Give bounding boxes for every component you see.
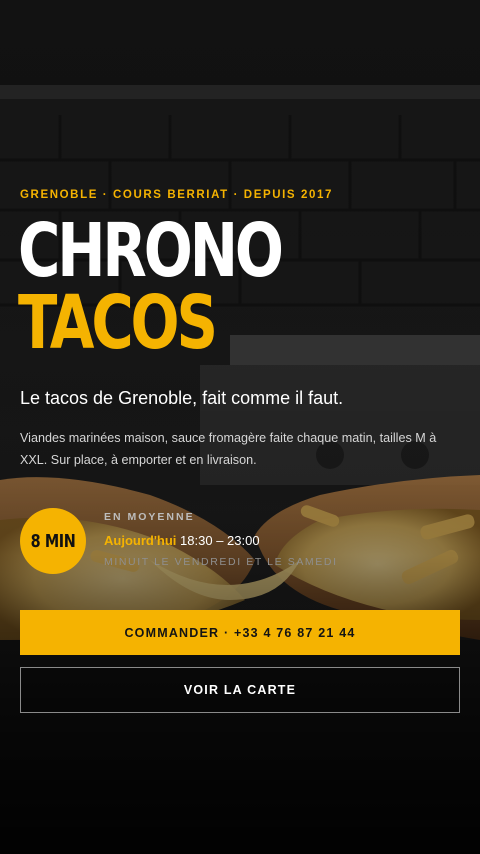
location-eyebrow: GRENOBLE · COURS BERRIAT · DEPUIS 2017 (20, 189, 333, 201)
hero-section: GRENOBLE · COURS BERRIAT · DEPUIS 2017 C… (0, 0, 480, 854)
hours-info: EN MOYENNE Aujourd'hui 18:30 – 23:00 MIN… (104, 511, 460, 568)
description: Viandes marinées maison, sauce fromagère… (20, 431, 437, 467)
wait-time-value: 8 MIN (30, 530, 76, 552)
today-time: 18:30 – 23:00 (180, 533, 260, 548)
wait-time-label: EN MOYENNE (104, 511, 195, 523)
view-menu-button[interactable]: VOIR LA CARTE (20, 667, 460, 713)
opening-hours-today: Aujourd'hui 18:30 – 23:00 (104, 533, 460, 551)
brand-title: CHRONO TACOS (18, 214, 355, 360)
hours-note: MINUIT LE VENDREDI ET LE SAMEDI (104, 556, 338, 568)
order-call-button[interactable]: COMMANDER · +33 4 76 87 21 44 (20, 610, 460, 655)
today-label: Aujourd'hui (104, 533, 177, 548)
brand-title-line1: CHRONO (18, 208, 284, 294)
tagline: Le tacos de Grenoble, fait comme il faut… (20, 388, 344, 408)
hours-block: 8 MIN EN MOYENNE Aujourd'hui 18:30 – 23:… (20, 508, 460, 574)
brand-title-line2: TACOS (18, 280, 218, 366)
wait-time-badge: 8 MIN (20, 508, 86, 574)
